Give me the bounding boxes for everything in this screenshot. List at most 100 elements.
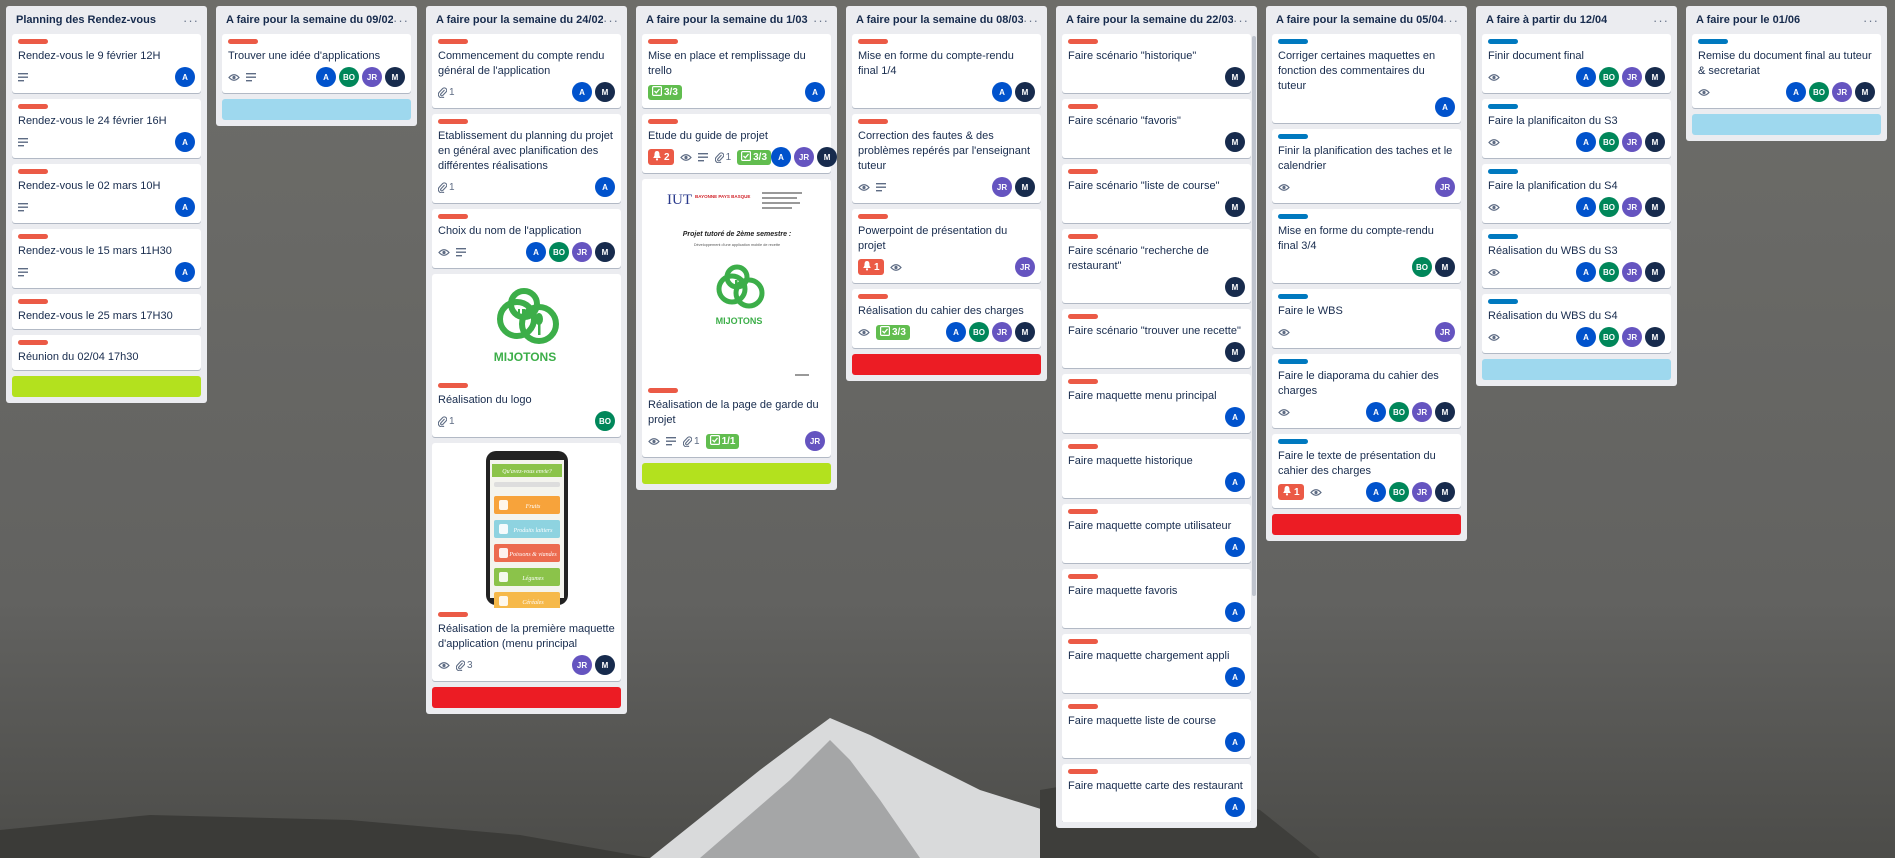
avatar[interactable]: JR (992, 177, 1012, 197)
card[interactable]: Réunion du 02/04 17h30 (12, 335, 201, 370)
avatar[interactable]: JR (1435, 177, 1455, 197)
list-title[interactable]: A faire pour la semaine du 09/02 (226, 14, 393, 26)
card-label[interactable] (648, 388, 678, 393)
avatar[interactable]: A (1225, 537, 1245, 557)
avatar[interactable]: BO (969, 322, 989, 342)
card-label[interactable] (1698, 39, 1728, 44)
card[interactable]: Faire le texte de présentation du cahier… (1272, 434, 1461, 508)
card[interactable]: Etude du guide de projet 2 1 3/3 A JR M (642, 114, 838, 173)
list-menu-icon[interactable]: ··· (183, 13, 199, 28)
card-label[interactable] (438, 214, 468, 219)
card[interactable]: Etablissement du planning du projet en g… (432, 114, 621, 203)
card[interactable]: Faire maquette carte des restaurant A (1062, 764, 1251, 822)
card-label[interactable] (18, 340, 48, 345)
card-label[interactable] (1488, 39, 1518, 44)
avatar[interactable]: JR (572, 242, 592, 262)
avatar[interactable]: A (1435, 97, 1455, 117)
card[interactable]: Rendez-vous le 15 mars 11H30 A (12, 229, 201, 288)
list-title[interactable]: A faire pour la semaine du 08/03 (856, 14, 1023, 26)
card-label[interactable] (1068, 234, 1098, 239)
avatar[interactable]: M (1225, 277, 1245, 297)
card[interactable]: Faire maquette chargement appli A (1062, 634, 1251, 693)
card-label[interactable] (18, 169, 48, 174)
list-menu-icon[interactable]: ··· (1443, 13, 1459, 28)
avatar[interactable]: BO (1599, 67, 1619, 87)
card-label[interactable] (648, 39, 678, 44)
card[interactable]: Mise en forme du compte-rendu final 1/4 A… (852, 34, 1041, 108)
card[interactable]: Finir document final A BO JR M (1482, 34, 1671, 93)
card[interactable]: Faire maquette historique A (1062, 439, 1251, 498)
card-label[interactable] (1278, 39, 1308, 44)
card[interactable]: Réalisation du WBS du S4 A BO JR M (1482, 294, 1671, 353)
avatar[interactable]: BO (1389, 482, 1409, 502)
card-label[interactable] (1068, 769, 1098, 774)
avatar[interactable]: A (175, 262, 195, 282)
card[interactable]: Faire le WBS JR (1272, 289, 1461, 348)
card-label[interactable] (1278, 359, 1308, 364)
avatar[interactable]: A (771, 147, 792, 167)
avatar[interactable]: A (1576, 67, 1596, 87)
card-label[interactable] (1068, 104, 1098, 109)
avatar[interactable]: JR (1622, 67, 1642, 87)
avatar[interactable]: A (946, 322, 966, 342)
card[interactable]: Faire scénario "favoris" M (1062, 99, 1251, 158)
avatar[interactable]: A (1225, 797, 1245, 817)
card[interactable]: Rendez-vous le 02 mars 10H A (12, 164, 201, 223)
avatar[interactable]: A (1576, 262, 1596, 282)
avatar[interactable]: JR (1412, 482, 1432, 502)
card-label[interactable] (1068, 169, 1098, 174)
color-marker-card[interactable] (222, 99, 411, 120)
avatar[interactable]: A (175, 197, 195, 217)
avatar[interactable]: JR (805, 431, 825, 451)
card-label[interactable] (858, 119, 888, 124)
card[interactable]: Rendez-vous le 25 mars 17H30 (12, 294, 201, 329)
avatar[interactable]: BO (1599, 132, 1619, 152)
card-label[interactable] (858, 294, 888, 299)
card-label[interactable] (858, 214, 888, 219)
card-label[interactable] (1068, 639, 1098, 644)
avatar[interactable]: M (595, 242, 615, 262)
avatar[interactable]: JR (1622, 262, 1642, 282)
card[interactable]: Faire la planification du S4 A BO JR M (1482, 164, 1671, 223)
card[interactable]: MIJOTONS Réalisation du logo 1 BO (432, 274, 621, 437)
list-title[interactable]: A faire pour la semaine du 22/03 (1066, 14, 1233, 26)
color-marker-card[interactable] (1272, 514, 1461, 535)
card[interactable]: Correction des fautes & des problèmes re… (852, 114, 1041, 203)
avatar[interactable]: M (1645, 262, 1665, 282)
card-label[interactable] (18, 39, 48, 44)
card[interactable]: Faire scénario "historique" M (1062, 34, 1251, 93)
avatar[interactable]: A (316, 67, 336, 87)
card-label[interactable] (1068, 509, 1098, 514)
color-marker-card[interactable] (1692, 114, 1881, 135)
avatar[interactable]: BO (1599, 197, 1619, 217)
card-label[interactable] (438, 612, 468, 617)
card[interactable]: Faire maquette favoris A (1062, 569, 1251, 628)
avatar[interactable]: M (1855, 82, 1875, 102)
avatar[interactable]: BO (1389, 402, 1409, 422)
card[interactable]: Faire maquette menu principal A (1062, 374, 1251, 433)
card[interactable]: Mise en forme du compte-rendu final 3/4 B… (1272, 209, 1461, 283)
avatar[interactable]: BO (549, 242, 569, 262)
card-label[interactable] (18, 104, 48, 109)
list-menu-icon[interactable]: ··· (1653, 13, 1669, 28)
card-label[interactable] (18, 299, 48, 304)
avatar[interactable]: A (1366, 402, 1386, 422)
card[interactable]: Powerpoint de présentation du projet 1 JR (852, 209, 1041, 283)
avatar[interactable]: A (175, 132, 195, 152)
list-menu-icon[interactable]: ··· (813, 13, 829, 28)
avatar[interactable]: A (1225, 667, 1245, 687)
list-menu-icon[interactable]: ··· (1023, 13, 1039, 28)
card-label[interactable] (1278, 439, 1308, 444)
list-title[interactable]: A faire pour la semaine du 1/03 (646, 14, 808, 26)
avatar[interactable]: M (1435, 257, 1455, 277)
avatar[interactable]: M (1225, 132, 1245, 152)
avatar[interactable]: BO (1809, 82, 1829, 102)
avatar[interactable]: A (595, 177, 615, 197)
list-title[interactable]: A faire pour la semaine du 05/04 (1276, 14, 1443, 26)
avatar[interactable]: M (1015, 322, 1035, 342)
card[interactable]: Faire scénario "trouver une recette" M (1062, 309, 1251, 368)
card[interactable]: Réalisation du WBS du S3 A BO JR M (1482, 229, 1671, 288)
avatar[interactable]: JR (362, 67, 382, 87)
due-badge[interactable]: 1 (1278, 484, 1304, 500)
card-label[interactable] (1278, 214, 1308, 219)
